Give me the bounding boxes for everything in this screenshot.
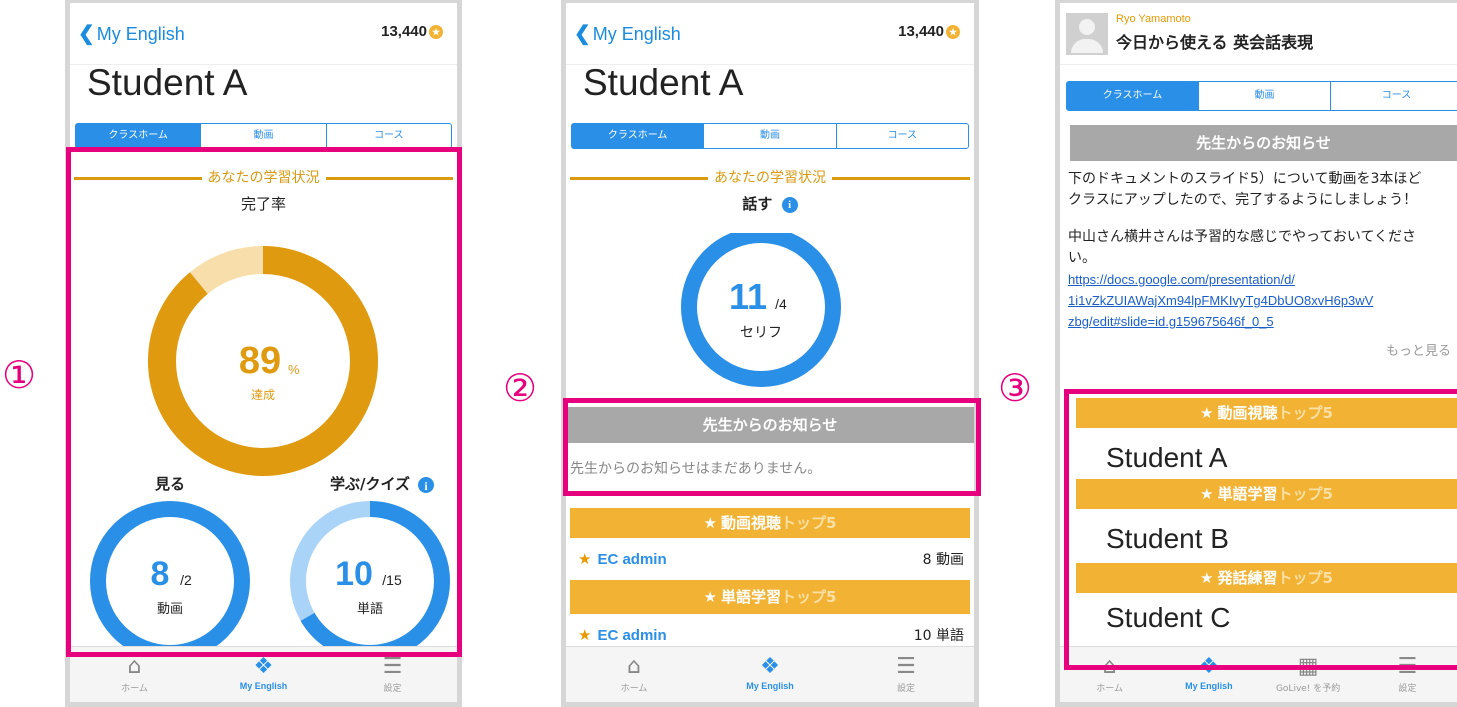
notice-body: 下のドキュメントのスライド5）について動画を3本ほど クラスにアップしたので、完…	[1060, 169, 1457, 332]
back-button[interactable]: ❮ My English	[78, 21, 185, 46]
tab-videos[interactable]: 動画	[201, 124, 327, 148]
settings-list-icon: ☰	[896, 654, 916, 679]
marker-2: ②	[503, 366, 538, 410]
settings-list-icon: ☰	[382, 654, 403, 679]
more-link[interactable]: もっと見る	[1060, 340, 1457, 359]
doc-link[interactable]: 1i1vZkZUIAWajXm94lpFMKIvyTg4DbUO8xvH6p3w…	[1068, 290, 1449, 311]
nav-home-label: ホーム	[121, 684, 148, 694]
marker-3: ③	[998, 366, 1033, 410]
nav-home-label: ホーム	[620, 684, 648, 694]
chevron-left-icon: ❮	[78, 23, 95, 45]
nav-home-label: ホーム	[1096, 684, 1123, 694]
chevron-left-icon: ❮	[574, 23, 591, 45]
rank-video-row[interactable]: ★ EC admin 8 動画	[570, 538, 970, 580]
home-icon: ⌂	[627, 654, 641, 679]
avatar	[1066, 13, 1108, 55]
phone-screen-2: ❮ My English 13,440 ★ Student A クラスホーム 動画 …	[561, 0, 979, 707]
points-value: 13,440	[381, 23, 427, 40]
notice-line: い。	[1068, 250, 1096, 266]
teacher-name: Ryo Yamamoto	[1116, 13, 1191, 25]
tab-videos[interactable]: 動画	[704, 124, 837, 148]
speak-gauge: 11 /4 セリフ	[681, 233, 841, 387]
back-label: My English	[592, 24, 681, 44]
rank-words-title: 単語学習	[721, 588, 782, 606]
tab-class-home[interactable]: クラスホーム	[76, 124, 202, 148]
coin-icon: ★	[429, 25, 443, 40]
star-icon: ★	[703, 588, 717, 606]
student-name: Student A	[583, 62, 744, 103]
nav-home[interactable]: ⌂ ホーム	[566, 647, 702, 702]
rank-words-name: EC admin	[597, 627, 667, 644]
home-icon: ⌂	[127, 654, 142, 679]
rank-words-subtitle: トップ5	[781, 588, 837, 606]
nav-settings-label: 設定	[896, 684, 915, 694]
tab-class-home[interactable]: クラスホーム	[572, 124, 705, 148]
nav-my-english-label: My English	[239, 681, 288, 691]
nav-my-english-label: My English	[1185, 681, 1233, 691]
doc-link[interactable]: zbg/edit#slide=id.g159675646f_0_5	[1068, 311, 1449, 332]
speak-unit: セリフ	[740, 325, 782, 341]
marker-1: ①	[2, 353, 37, 397]
class-tabs: クラスホーム 動画 コース	[75, 123, 452, 149]
star-icon: ★	[703, 514, 717, 532]
points-value: 13,440	[898, 23, 944, 40]
section-heading: あなたの学習状況	[566, 167, 974, 187]
top-bar: ❮ My English 13,440 ★	[566, 3, 974, 65]
doc-link[interactable]: https://docs.google.com/presentation/d/	[1068, 269, 1449, 290]
student-name: Student A	[87, 62, 248, 103]
bottom-nav: ⌂ ホーム ❖ My English ☰ 設定	[566, 646, 974, 702]
top-bar: ❮ My English 13,440 ★	[70, 3, 457, 65]
tab-class-home[interactable]: クラスホーム	[1067, 82, 1199, 110]
info-icon[interactable]: i	[781, 196, 798, 213]
highlight-box-3	[1064, 389, 1457, 670]
tab-courses[interactable]: コース	[837, 124, 968, 148]
notice-line: クラスにアップしたので、完了するようにしましょう！	[1068, 192, 1418, 208]
highlight-box-2	[563, 398, 981, 496]
rank-words-value: 10 単語	[913, 628, 964, 644]
chat-icon: ❖	[253, 654, 274, 679]
rank-words-header: ★ 単語学習トップ5	[570, 580, 970, 614]
highlight-box-1	[66, 147, 462, 657]
rank-video-value: 8 動画	[922, 552, 964, 568]
rank-video-name: EC admin	[597, 551, 667, 568]
notice-line: 中山さん横井さんは予習的な感じでやっておいてくださ	[1068, 229, 1417, 245]
rank-video-subtitle: トップ5	[781, 514, 837, 532]
rank-video-header: ★ 動画視聴トップ5	[570, 508, 970, 538]
class-tabs: クラスホーム 動画 コース	[571, 123, 969, 149]
speak-heading: 話す i	[566, 193, 974, 214]
coin-icon: ★	[946, 25, 960, 40]
rank-video-title: 動画視聴	[721, 514, 782, 532]
star-icon: ★	[578, 550, 592, 568]
tab-courses[interactable]: コース	[1331, 82, 1457, 110]
nav-settings-label: 設定	[1398, 684, 1417, 694]
speak-title: 話す	[742, 195, 773, 213]
section-title: あなたの学習状況	[708, 170, 832, 186]
speak-value: 11	[729, 276, 767, 317]
back-label: My English	[96, 24, 185, 44]
tab-videos[interactable]: 動画	[1199, 82, 1331, 110]
nav-my-english[interactable]: ❖ My English	[702, 647, 838, 702]
nav-my-english-label: My English	[746, 681, 794, 691]
nav-golive-label: GoLive! を予約	[1275, 684, 1341, 694]
ranking-section: ★ 動画視聴トップ5 ★ EC admin 8 動画 ★ 単語学習トップ5 ★ EC a…	[570, 508, 970, 656]
points-display: 13,440 ★	[381, 23, 443, 40]
class-title: 今日から使える 英会話表現	[1116, 33, 1314, 52]
class-tabs: クラスホーム 動画 コース	[1066, 81, 1457, 111]
tab-courses[interactable]: コース	[327, 124, 451, 148]
more-label: もっと見る	[1385, 344, 1451, 359]
notice-header: 先生からのお知らせ	[1070, 125, 1457, 161]
speak-total: /4	[775, 296, 787, 312]
star-icon: ★	[578, 626, 592, 644]
back-button[interactable]: ❮ My English	[574, 21, 681, 46]
nav-settings[interactable]: ☰ 設定	[838, 647, 974, 702]
notice-line: 下のドキュメントのスライド5）について動画を3本ほど	[1068, 171, 1422, 187]
points-display: 13,440 ★	[898, 23, 960, 40]
class-header: Ryo Yamamoto 今日から使える 英会話表現	[1060, 3, 1457, 65]
nav-settings-label: 設定	[383, 684, 402, 694]
chat-icon: ❖	[760, 654, 780, 679]
